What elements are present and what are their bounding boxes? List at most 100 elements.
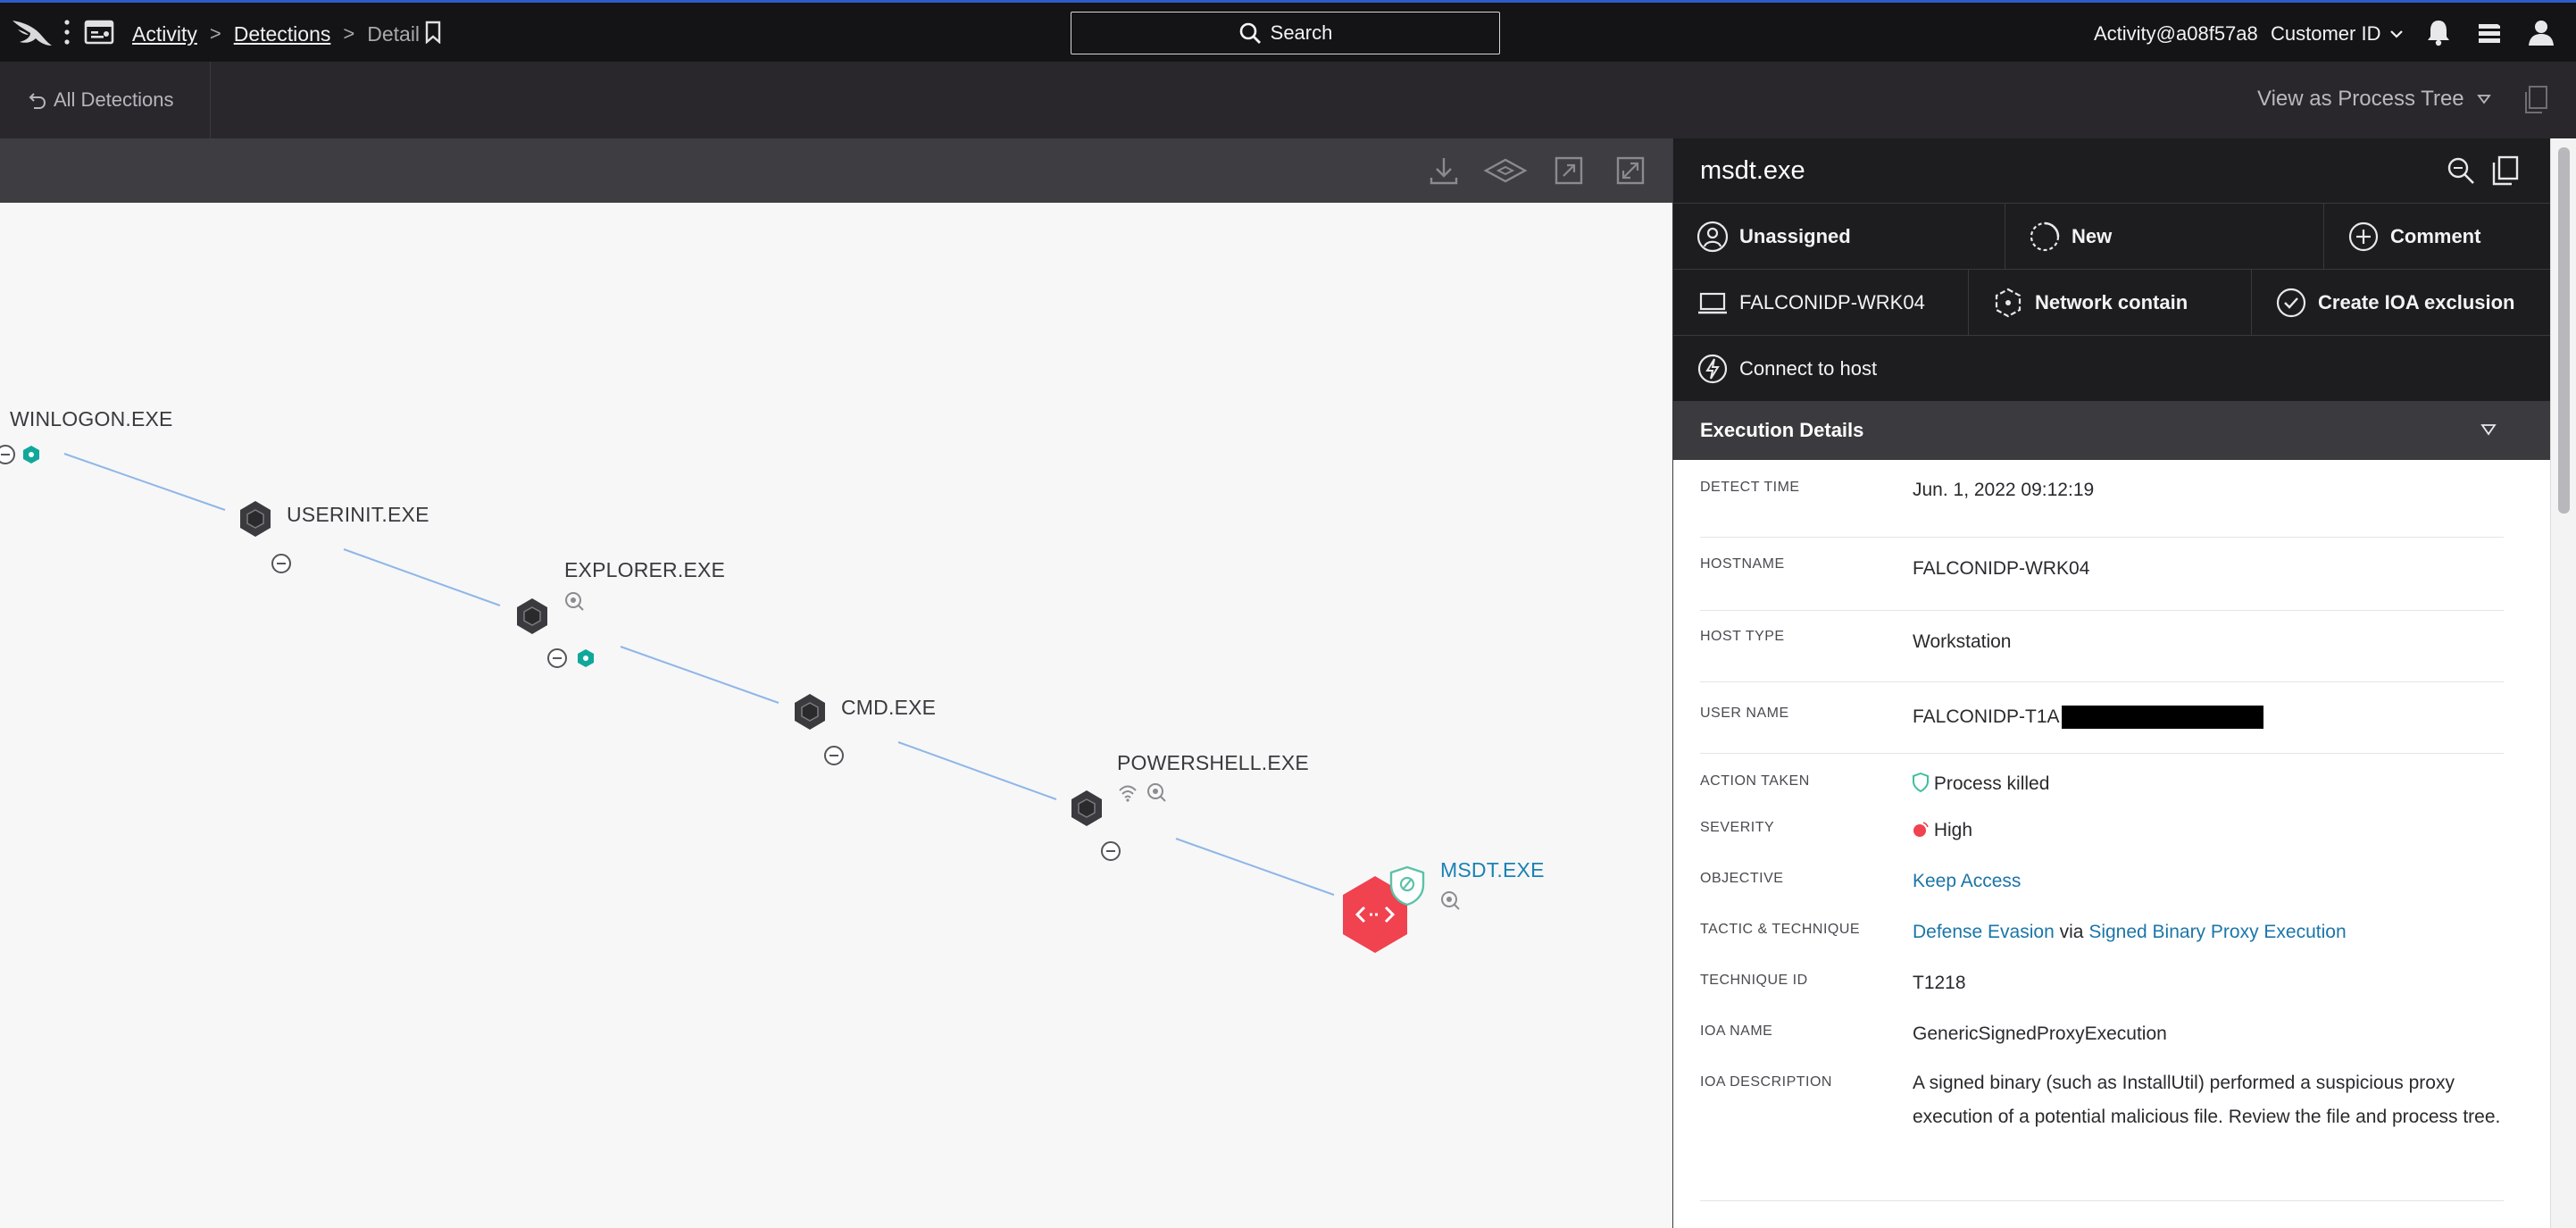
global-search-button[interactable]: Search [1071,12,1500,54]
view-as-dropdown[interactable]: View as Process Tree [2257,87,2491,112]
technique-link[interactable]: Signed Binary Proxy Execution [2088,922,2346,942]
breadcrumb-activity[interactable]: Activity [132,22,197,46]
expand-icon[interactable] [1613,153,1648,188]
detail-row-user-name: USER NAME FALCONIDP-T1A [1700,682,2504,754]
detail-value: FALCONIDP-WRK04 [1913,558,2090,579]
copy-icon[interactable] [2488,155,2521,187]
wifi-network-icon [1119,785,1137,802]
detail-key: HOSTNAME [1700,556,1785,572]
process-node-powershell-icon[interactable] [1069,789,1105,828]
actions-row-2: FALCONIDP-WRK04 Network contain Create I… [1673,269,2551,336]
graph-toolbar [0,138,1672,203]
tactic-link[interactable]: Defense Evasion [1913,922,2055,942]
severity-value: High [1933,820,1973,840]
node-label-winlogon[interactable]: WINLOGON.EXE [10,407,173,431]
action-taken-value: Process killed [1933,773,2050,794]
collapse-icon[interactable] [0,444,16,465]
user-name-value: FALCONIDP-T1A [1913,706,2060,727]
detail-row-action-taken: ACTION TAKEN Process killed [1700,754,2504,804]
add-comment-icon [2348,221,2379,252]
node-label-powershell[interactable]: POWERSHELL.EXE [1117,751,1309,775]
network-contain-label: Network contain [2035,291,2188,313]
panel-title: msdt.exe [1700,156,1805,185]
create-ioa-exclusion-button[interactable]: Create IOA exclusion [2252,270,2551,336]
edge-cmd-powershell [897,741,1057,800]
connect-to-host-label: Connect to host [1739,357,1878,380]
customer-id-dropdown[interactable]: Customer ID [2271,22,2404,46]
detail-value: A signed binary (such as InstallUtil) pe… [1913,1073,2501,1127]
node-label-explorer[interactable]: EXPLORER.EXE [564,558,725,582]
detail-key: IOA NAME [1700,1023,1773,1039]
collapse-icon[interactable] [1100,840,1121,862]
assign-button[interactable]: Unassigned [1673,204,2005,270]
process-detail-panel: msdt.exe Unassigned New Comment FALCONID… [1672,138,2551,1228]
breadcrumb-detail: Detail [367,21,421,46]
network-contain-button[interactable]: Network contain [1969,270,2252,336]
process-tree-canvas[interactable]: WINLOGON.EXE USERINIT.EXE EXPLORER.EXE C… [0,203,1672,1228]
prevented-shield-icon [1389,865,1425,906]
detail-value: Keep Access [1913,865,2502,898]
copy-icon[interactable] [2522,85,2548,115]
fit-to-screen-icon[interactable] [1551,153,1587,188]
status-button[interactable]: New [2005,204,2324,270]
detail-row-technique-id: TECHNIQUE ID T1218 [1700,957,2504,1007]
objective-link[interactable]: Keep Access [1913,871,2021,891]
detail-key: SEVERITY [1700,820,1775,835]
node-label-msdt[interactable]: MSDT.EXE [1440,858,1545,882]
execution-details-header[interactable]: Execution Details [1673,401,2551,460]
detail-key: IOA DESCRIPTION [1700,1074,1832,1090]
host-label: FALCONIDP-WRK04 [1739,291,1925,313]
breadcrumb-detections[interactable]: Detections [234,22,331,46]
collapse-icon[interactable] [823,745,845,766]
menu-dots-icon[interactable] [63,17,71,47]
top-navigation-bar: Activity > Detections > Detail Search Ac… [0,0,2576,62]
all-detections-button[interactable]: All Detections [0,62,211,138]
activity-app-icon[interactable] [84,18,114,45]
detection-actions: Unassigned New Comment FALCONIDP-WRK04 N… [1673,203,2551,401]
layers-view-icon[interactable] [1482,153,1529,188]
collapse-icon[interactable] [546,647,568,669]
connect-to-host-button[interactable]: Connect to host [1673,336,2551,402]
network-activity-icon [565,592,584,611]
detail-value: Defense Evasion via Signed Binary Proxy … [1913,915,2502,949]
detail-row-objective: OBJECTIVE Keep Access [1700,855,2504,906]
detail-value: GenericSignedProxyExecution [1913,1023,2167,1044]
detail-row-tactic-technique: TACTIC & TECHNIQUE Defense Evasion via S… [1700,906,2504,957]
process-node-userinit-icon[interactable] [238,499,273,539]
view-as-label: View as Process Tree [2257,87,2464,111]
panel-scrollbar[interactable] [2550,138,2576,1228]
actions-row-3: Connect to host [1673,335,2551,401]
detection-subbar: All Detections View as Process Tree [0,62,2576,138]
node-label-cmd[interactable]: CMD.EXE [841,696,936,720]
comment-button[interactable]: Comment [2324,204,2551,270]
execution-details-list: DETECT TIME Jun. 1, 2022 09:12:19 HOSTNA… [1700,460,2504,1201]
detail-key: OBJECTIVE [1700,871,1784,886]
process-node-cmd-icon[interactable] [792,692,828,731]
bookmark-icon[interactable] [423,21,443,44]
actions-row-1: Unassigned New Comment [1673,203,2551,270]
network-activity-icon [1441,891,1460,910]
scrollbar-thumb[interactable] [2558,147,2570,514]
user-profile-icon[interactable] [2526,17,2556,47]
user-account-label[interactable]: Activity@a08f57a8 [2094,22,2258,46]
sensor-hex-icon [578,649,594,667]
detail-key: TECHNIQUE ID [1700,973,1808,988]
support-menu-icon[interactable] [2474,17,2505,47]
lightning-circle-icon [1697,354,1728,384]
redacted-block [2061,706,2263,730]
zoom-search-icon[interactable] [2445,155,2477,187]
check-circle-icon [2276,288,2306,318]
detail-row-host-type: HOST TYPE Workstation [1700,611,2504,682]
process-node-explorer-icon[interactable] [514,597,550,636]
host-button[interactable]: FALCONIDP-WRK04 [1673,270,1969,336]
node-label-userinit[interactable]: USERINIT.EXE [287,503,429,527]
customer-id-label: Customer ID [2271,22,2381,45]
detail-row-ioa-name: IOA NAME GenericSignedProxyExecution [1700,1007,2504,1058]
notifications-bell-icon[interactable] [2423,17,2454,47]
collapse-icon[interactable] [271,553,292,574]
falcon-logo-icon[interactable] [11,15,55,49]
search-label: Search [1270,21,1333,44]
download-icon[interactable] [1426,153,1462,188]
severity-high-icon [1913,822,1929,837]
laptop-icon [1698,292,1727,314]
